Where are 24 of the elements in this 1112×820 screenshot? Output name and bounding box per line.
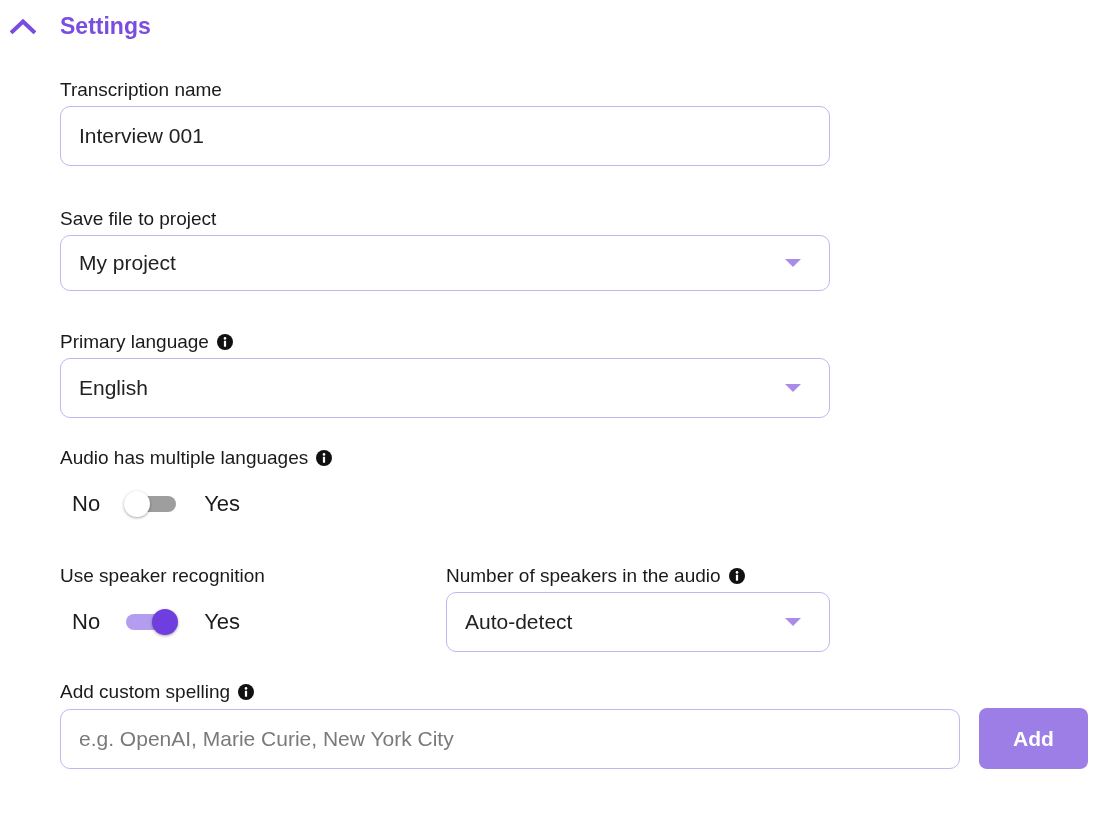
caret-down-icon <box>785 618 801 626</box>
info-icon[interactable] <box>238 684 255 700</box>
caret-down-icon <box>785 259 801 267</box>
dropdown[interactable]: English <box>60 358 830 418</box>
info-icon[interactable] <box>216 334 233 350</box>
info-icon[interactable] <box>316 450 333 466</box>
toggle-off-label: No <box>72 609 101 635</box>
field-label: Audio has multiple languages <box>60 448 309 468</box>
dropdown[interactable]: My project <box>60 235 830 291</box>
field-label: Number of speakers in the audio <box>446 566 721 586</box>
text-input[interactable]: Interview 001 <box>60 106 830 166</box>
field-label: Save file to project <box>60 209 217 229</box>
field-label: Primary language <box>60 332 209 352</box>
toggle-on-label: Yes <box>204 609 240 635</box>
field-label: Add custom spelling <box>60 682 231 702</box>
toggle-on-label: Yes <box>204 491 240 517</box>
info-icon[interactable] <box>728 568 745 584</box>
field-label: Transcription name <box>60 80 222 100</box>
toggle-off-label: No <box>72 491 101 517</box>
section-toggle[interactable]: Settings <box>10 10 151 42</box>
text-input[interactable]: e.g. OpenAI, Marie Curie, New York City <box>60 708 960 769</box>
caret-down-icon <box>785 384 801 392</box>
field-label: Use speaker recognition <box>60 566 265 586</box>
dropdown[interactable]: Auto-detect <box>446 592 830 652</box>
